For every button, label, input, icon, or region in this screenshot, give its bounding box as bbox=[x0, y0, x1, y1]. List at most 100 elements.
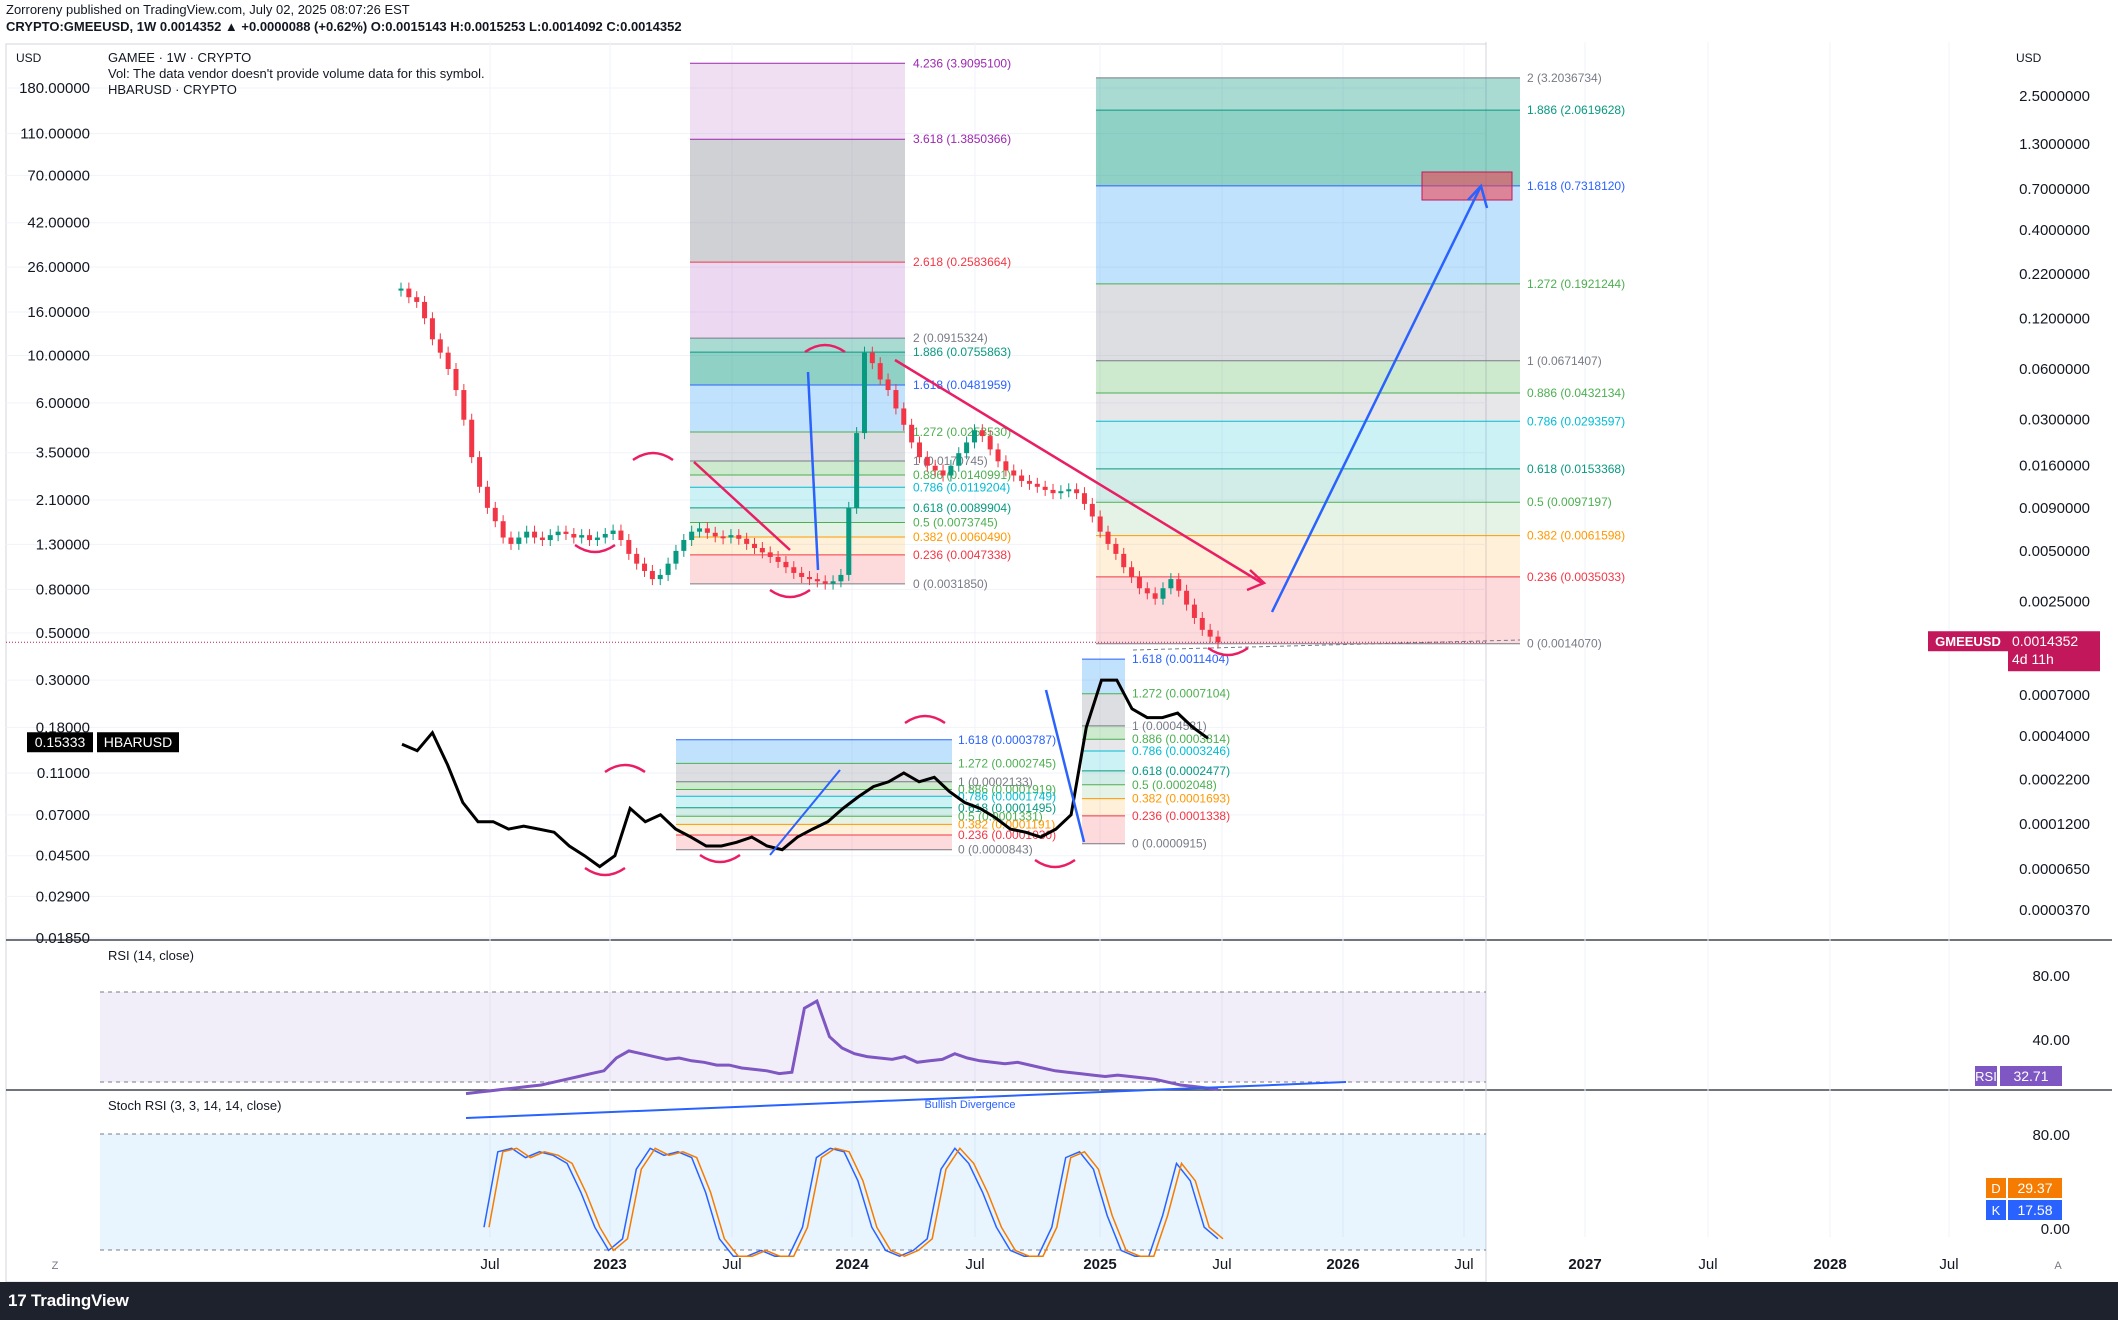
x-tick-label: 2027 bbox=[1568, 1256, 1601, 1273]
candle-body bbox=[704, 528, 710, 533]
left-axis-tick: 10.00000 bbox=[27, 348, 90, 365]
candle-body bbox=[1168, 579, 1174, 589]
candle-body bbox=[885, 379, 891, 391]
chart-header: Zorroreny published on TradingView.com, … bbox=[0, 0, 2118, 42]
candle-body bbox=[1207, 629, 1213, 637]
left-axis-tick: 0.04500 bbox=[36, 848, 90, 865]
candle-body bbox=[492, 507, 498, 522]
right-axis-tick: 0.0160000 bbox=[2019, 458, 2090, 475]
candle-body bbox=[1184, 590, 1190, 605]
stoch-k-value: 17.58 bbox=[2017, 1202, 2052, 1218]
tv-brand-text: TradingView bbox=[31, 1291, 129, 1310]
fib-zone bbox=[690, 487, 905, 508]
candle-body bbox=[1026, 480, 1032, 484]
fib-zone bbox=[690, 63, 905, 140]
left-axis-tick: 42.00000 bbox=[27, 215, 90, 232]
candle-body bbox=[971, 430, 977, 443]
candle-body bbox=[987, 436, 993, 450]
candle-body bbox=[649, 570, 655, 580]
candle-body bbox=[854, 433, 860, 508]
candle-body bbox=[893, 390, 899, 409]
rsi-tick: 80.00 bbox=[2032, 968, 2070, 985]
fib-level-label: 1.886 (2.0619628) bbox=[1527, 103, 1625, 117]
tradingview-logo[interactable]: 17 TradingView bbox=[8, 1291, 129, 1311]
candle-body bbox=[759, 548, 765, 553]
candle-body bbox=[547, 535, 553, 541]
candle-body bbox=[838, 574, 844, 582]
candle-body bbox=[1215, 636, 1221, 643]
right-axis-tick: 0.0007000 bbox=[2019, 687, 2090, 704]
candle-body bbox=[861, 352, 867, 434]
candle-body bbox=[1019, 475, 1025, 481]
left-axis-tick: 0.02900 bbox=[36, 888, 90, 905]
fib-zone bbox=[690, 554, 905, 584]
pattern-arc bbox=[1034, 858, 1076, 869]
candle-body bbox=[422, 301, 428, 319]
candle-body bbox=[1121, 553, 1127, 568]
candle-body bbox=[602, 533, 608, 538]
candle-body bbox=[814, 579, 820, 582]
right-axis-tick: 0.1200000 bbox=[2019, 310, 2090, 327]
candle-body bbox=[539, 537, 545, 541]
pattern-arc bbox=[632, 451, 674, 462]
right-axis-tick: 0.7000000 bbox=[2019, 181, 2090, 198]
fib-level-label: 0.382 (0.0061598) bbox=[1527, 529, 1625, 543]
candle-body bbox=[610, 530, 616, 534]
candle-body bbox=[940, 470, 946, 476]
stoch-tick: 80.00 bbox=[2032, 1127, 2070, 1144]
price-chart[interactable]: Jul 2023 Jul 2024 Jul 2025 Jul 2026 Jul 2027 Jul 20… bbox=[0, 42, 2118, 1282]
candle-body bbox=[429, 318, 435, 340]
x-tick-label: 2026 bbox=[1326, 1256, 1359, 1273]
fib-level-label: 0.236 (0.0047338) bbox=[913, 548, 1011, 562]
left-currency-label: USD bbox=[16, 51, 42, 65]
divergence-label: Bullish Divergence bbox=[924, 1099, 1015, 1111]
candle-body bbox=[752, 543, 758, 549]
candle-body bbox=[964, 442, 970, 454]
x-tick-label: Jul bbox=[1698, 1256, 1717, 1273]
candle-body bbox=[877, 363, 883, 380]
candle-body bbox=[1011, 470, 1017, 476]
candle-body bbox=[909, 424, 915, 443]
candle-body bbox=[445, 352, 451, 369]
fib-zone bbox=[1096, 421, 1520, 469]
fib-zone bbox=[1082, 751, 1125, 771]
divergence-line bbox=[465, 1081, 1347, 1119]
fib-retracement: 1.618 (0.0011404)1.272 (0.0007104)1 (0.0… bbox=[1082, 652, 1230, 851]
candle-body bbox=[995, 449, 1001, 462]
candle-body bbox=[1144, 588, 1150, 594]
candle-body bbox=[516, 537, 522, 544]
candle-body bbox=[799, 572, 805, 577]
pattern-arc bbox=[769, 588, 811, 599]
fib-zone bbox=[1096, 576, 1520, 644]
right-axis-tick: 0.0025000 bbox=[2019, 594, 2090, 611]
fib-level-label: 4.236 (3.9095100) bbox=[913, 56, 1011, 70]
candle-body bbox=[1176, 579, 1182, 591]
candle-body bbox=[791, 567, 797, 573]
candle-body bbox=[1050, 489, 1056, 494]
x-tick-label: Jul bbox=[722, 1256, 741, 1273]
x-tick-label: Jul bbox=[1212, 1256, 1231, 1273]
fib-level-label: 0.886 (0.0432134) bbox=[1527, 386, 1625, 400]
pattern-arc bbox=[604, 763, 646, 774]
right-axis-tick: 0.0004000 bbox=[2019, 728, 2090, 745]
rsi-tick: 40.00 bbox=[2032, 1032, 2070, 1049]
left-axis-tick: 0.11000 bbox=[37, 765, 90, 782]
fib-level-label: 1.272 (0.0007104) bbox=[1132, 687, 1230, 701]
candle-body bbox=[1066, 489, 1072, 492]
last-price-value: 0.0014352 bbox=[2012, 633, 2078, 649]
fib-zone bbox=[690, 536, 905, 555]
right-currency-label: USD bbox=[2016, 51, 2042, 65]
fib-zone bbox=[1096, 77, 1520, 111]
last-price-countdown: 4d 11h bbox=[2012, 651, 2054, 667]
candle-body bbox=[767, 552, 773, 557]
target-box bbox=[1421, 171, 1513, 201]
x-tick-label: 2025 bbox=[1083, 1256, 1116, 1273]
fib-level-label: 1.886 (0.0755863) bbox=[913, 345, 1011, 359]
candle-body bbox=[414, 297, 420, 302]
fib-level-label: 0.618 (0.0002477) bbox=[1132, 764, 1230, 778]
fib-level-label: 0.5 (0.0073745) bbox=[913, 515, 998, 529]
stoch-band bbox=[100, 1134, 1486, 1250]
fib-zone bbox=[676, 789, 952, 797]
candle-body bbox=[1003, 461, 1009, 471]
last-price-symbol: GMEEUSD bbox=[1935, 634, 2001, 649]
